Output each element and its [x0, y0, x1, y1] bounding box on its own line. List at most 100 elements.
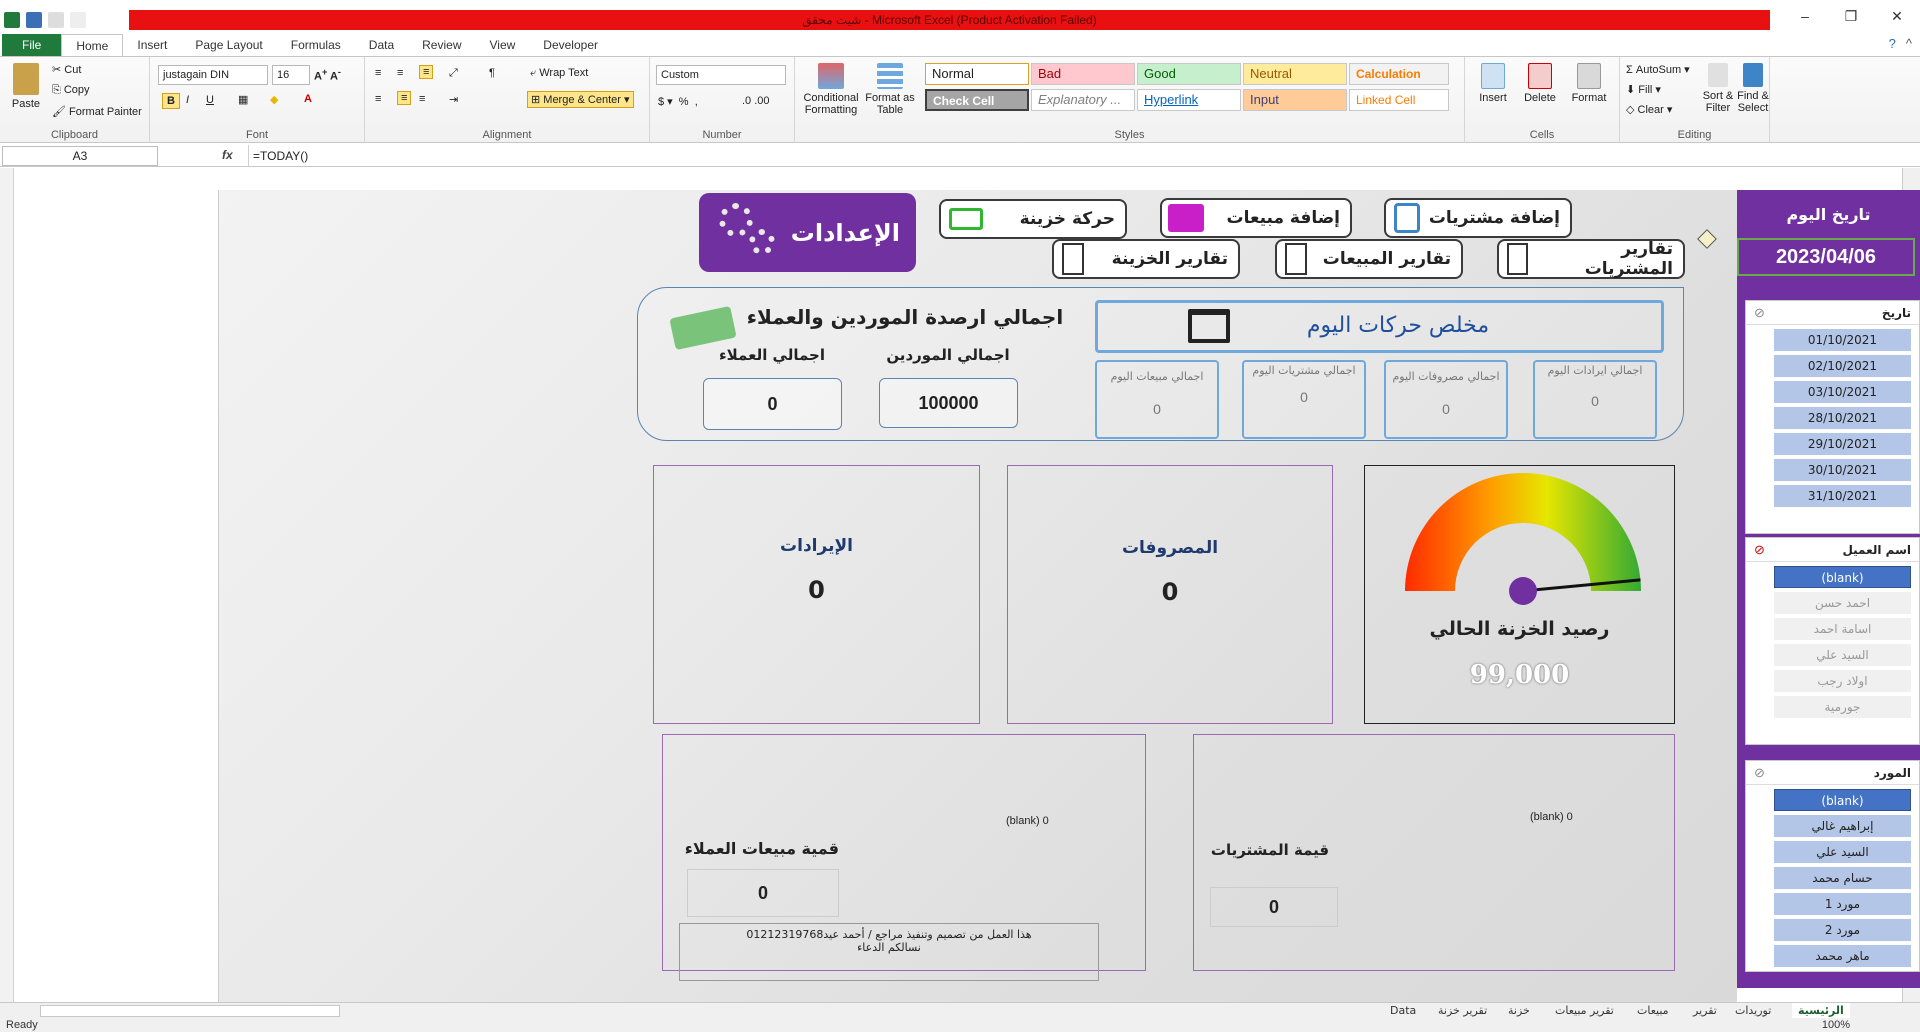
paste-button[interactable]: Paste [8, 63, 44, 110]
slicer-item-date[interactable]: 28/10/2021 [1774, 407, 1911, 429]
format-as-table-button[interactable]: Format as Table [865, 63, 915, 116]
add-purchases-button[interactable]: إضافة مشتريات [1384, 198, 1572, 238]
clear-button[interactable]: ◇ Clear ▾ [1626, 103, 1672, 116]
slicer-item-customer[interactable]: (blank) [1774, 566, 1911, 588]
slicer-item-supplier[interactable]: مورد 2 [1774, 919, 1911, 941]
empty-cells[interactable] [14, 190, 219, 1002]
rtl-icon[interactable]: ¶ [489, 67, 495, 79]
cash-move-button[interactable]: حركة خزينة [939, 199, 1127, 239]
tab-home[interactable]: Home [61, 34, 124, 56]
add-sales-button[interactable]: إضافة مبيعات [1160, 198, 1352, 238]
bold-button[interactable]: B [162, 93, 180, 109]
clear-filter-icon[interactable]: ⊘ [1754, 765, 1765, 781]
minimize-icon[interactable]: – [1782, 8, 1828, 25]
sheet-tab-report[interactable]: تقرير [1693, 1003, 1717, 1019]
clear-filter-icon[interactable]: ⊘ [1754, 305, 1765, 321]
align-middle-icon[interactable]: ≡ [397, 67, 403, 79]
sheet-tab-sales-report[interactable]: تقرير مبيعات [1555, 1003, 1614, 1019]
italic-button[interactable]: I [186, 94, 189, 106]
align-center-icon[interactable]: ≡ [397, 91, 412, 105]
align-left-icon[interactable]: ≡ [375, 93, 381, 105]
style-linked-cell[interactable]: Linked Cell [1349, 89, 1449, 111]
horizontal-scrollbar[interactable] [40, 1005, 340, 1017]
delete-cells-button[interactable]: Delete [1520, 63, 1560, 104]
help-icon[interactable]: ? [1889, 36, 1896, 51]
tab-review[interactable]: Review [408, 34, 475, 56]
slicer-item-supplier[interactable]: إبراهيم غالي [1774, 815, 1911, 837]
tab-page-layout[interactable]: Page Layout [181, 34, 276, 56]
conditional-formatting-button[interactable]: Conditional Formatting [799, 63, 863, 116]
purchase-reports-button[interactable]: تقارير المشتريات [1497, 239, 1685, 279]
tab-view[interactable]: View [476, 34, 530, 56]
redo-icon[interactable] [70, 12, 86, 28]
fill-button[interactable]: ⬇ Fill ▾ [1626, 83, 1661, 96]
tab-developer[interactable]: Developer [529, 34, 612, 56]
style-normal[interactable]: Normal [925, 63, 1029, 85]
style-calculation[interactable]: Calculation [1349, 63, 1449, 85]
zoom-level[interactable]: 100% [1822, 1018, 1850, 1032]
indent-icon[interactable]: ⇥ [449, 93, 458, 106]
underline-button[interactable]: U [206, 94, 214, 106]
slicer-item-supplier[interactable]: مورد 1 [1774, 893, 1911, 915]
slicer-item-date[interactable]: 30/10/2021 [1774, 459, 1911, 481]
slicer-item-date[interactable]: 02/10/2021 [1774, 355, 1911, 377]
align-bottom-icon[interactable]: ≡ [419, 65, 434, 79]
name-box[interactable]: A3 [2, 146, 158, 166]
tab-formulas[interactable]: Formulas [277, 34, 355, 56]
slicer-item-date[interactable]: 31/10/2021 [1774, 485, 1911, 507]
format-cells-button[interactable]: Format [1567, 63, 1611, 104]
sheet-tab-treasury-report[interactable]: تقرير خزنة [1438, 1003, 1487, 1019]
currency-icon[interactable]: $ ▾ % , [658, 95, 698, 108]
style-explanatory[interactable]: Explanatory ... [1031, 89, 1135, 111]
clear-filter-icon[interactable]: ⊘ [1754, 542, 1765, 558]
ribbon-minimize-icon[interactable]: ^ [1906, 36, 1912, 51]
sheet-tab-data[interactable]: Data [1390, 1003, 1416, 1019]
orientation-icon[interactable]: ⤢ [449, 67, 458, 80]
style-input[interactable]: Input [1243, 89, 1347, 111]
slicer-item-customer[interactable]: السيد علي [1774, 644, 1911, 666]
settings-button[interactable]: الإعدادات [699, 193, 916, 272]
save-icon[interactable] [26, 12, 42, 28]
slicer-item-supplier[interactable]: (blank) [1774, 789, 1911, 811]
font-color-icon[interactable]: A [304, 93, 312, 105]
restore-icon[interactable]: ❐ [1828, 8, 1874, 25]
slicer-item-supplier[interactable]: ماهر محمد [1774, 945, 1911, 967]
font-size-combo[interactable]: 16 [272, 65, 310, 85]
today-date-value[interactable]: 2023/04/06 [1737, 238, 1915, 276]
fill-color-icon[interactable]: ◆ [270, 93, 278, 106]
decimal-icon[interactable]: .0 .00 [742, 95, 770, 107]
wrap-text-button[interactable]: ⤶ Wrap Text [530, 67, 588, 80]
sheet-tab-treasury[interactable]: خزنة [1508, 1003, 1530, 1019]
format-painter-button[interactable]: 🖌 Format Painter [52, 105, 142, 118]
copy-button[interactable]: ⎘ Copy [52, 84, 90, 97]
slicer-item-supplier[interactable]: حسام محمد [1774, 867, 1911, 889]
insert-cells-button[interactable]: Insert [1473, 63, 1513, 104]
slicer-item-customer[interactable]: اسامة احمد [1774, 618, 1911, 640]
grow-font-button[interactable]: A+ A- [314, 67, 341, 83]
slicer-item-customer[interactable]: اولاد رجب [1774, 670, 1911, 692]
sort-filter-button[interactable]: Sort & Filter [1700, 63, 1736, 114]
align-top-icon[interactable]: ≡ [375, 67, 381, 79]
number-format-combo[interactable]: Custom [656, 65, 786, 85]
sheet-tab-sales[interactable]: مبيعات [1637, 1003, 1669, 1019]
style-check-cell[interactable]: Check Cell [925, 89, 1029, 111]
style-good[interactable]: Good [1137, 63, 1241, 85]
merge-center-button[interactable]: ⊞ Merge & Center ▾ [527, 91, 634, 108]
undo-icon[interactable] [48, 12, 64, 28]
slicer-item-date[interactable]: 03/10/2021 [1774, 381, 1911, 403]
sheet-tab-main[interactable]: الرئيسية [1792, 1003, 1850, 1019]
slicer-item-supplier[interactable]: السيد علي [1774, 841, 1911, 863]
tab-file[interactable]: File [2, 34, 62, 56]
fx-icon[interactable]: fx [222, 148, 233, 162]
close-icon[interactable]: ✕ [1874, 8, 1920, 25]
slicer-item-customer[interactable]: جورمية [1774, 696, 1911, 718]
font-name-combo[interactable]: justagain DIN [158, 65, 268, 85]
formula-input[interactable]: =TODAY() [248, 145, 1906, 167]
tab-data[interactable]: Data [355, 34, 408, 56]
autosum-button[interactable]: Σ AutoSum ▾ [1626, 63, 1690, 76]
tab-insert[interactable]: Insert [123, 34, 181, 56]
slicer-item-customer[interactable]: احمد حسن [1774, 592, 1911, 614]
style-neutral[interactable]: Neutral [1243, 63, 1347, 85]
sheet-tab-supplies[interactable]: توريدات [1735, 1003, 1771, 1019]
cut-button[interactable]: ✂ Cut [52, 63, 81, 76]
